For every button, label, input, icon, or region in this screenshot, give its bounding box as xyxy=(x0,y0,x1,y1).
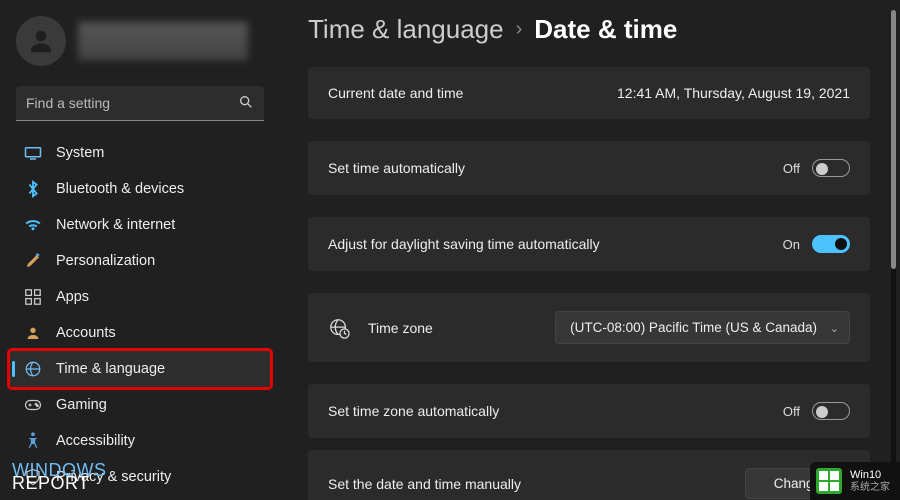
sidebar-item-personalization[interactable]: Personalization xyxy=(10,243,270,279)
sidebar-item-label: Apps xyxy=(56,289,89,305)
current-datetime-label: Current date and time xyxy=(328,85,463,101)
dst-label: Adjust for daylight saving time automati… xyxy=(328,236,600,252)
sidebar-item-label: Accessibility xyxy=(56,433,135,449)
card-dst: Adjust for daylight saving time automati… xyxy=(308,217,870,271)
auto-time-toggle[interactable] xyxy=(812,159,850,177)
auto-timezone-state: Off xyxy=(783,404,800,419)
sidebar-item-accessibility[interactable]: Accessibility xyxy=(10,423,270,459)
sidebar-item-system[interactable]: System xyxy=(10,135,270,171)
brush-icon xyxy=(24,252,42,270)
sidebar-item-label: Accounts xyxy=(56,325,116,341)
bluetooth-icon xyxy=(24,180,42,198)
chevron-down-icon: ⌄ xyxy=(830,322,839,335)
search-icon xyxy=(238,94,254,115)
page-title: Date & time xyxy=(534,14,677,45)
dst-toggle[interactable] xyxy=(812,235,850,253)
system-icon xyxy=(24,144,42,162)
card-manual-datetime: Set the date and time manually Change xyxy=(308,450,870,500)
sidebar-item-accounts[interactable]: Accounts xyxy=(10,315,270,351)
apps-icon xyxy=(24,288,42,306)
profile-name-blurred xyxy=(78,22,248,60)
gaming-icon xyxy=(24,396,42,414)
sidebar-item-time-language[interactable]: Time & language xyxy=(10,351,270,387)
scrollbar-thumb[interactable] xyxy=(891,10,896,269)
sidebar-item-apps[interactable]: Apps xyxy=(10,279,270,315)
timezone-label: Time zone xyxy=(368,320,433,336)
sidebar-nav: System Bluetooth & devices Network & int… xyxy=(10,135,270,495)
sidebar-item-label: Network & internet xyxy=(56,217,175,233)
breadcrumb: Time & language › Date & time xyxy=(308,14,890,45)
sidebar-item-label: System xyxy=(56,145,104,161)
watermark-windowsreport: WINDOWSREPORT xyxy=(12,463,106,490)
scrollbar[interactable] xyxy=(891,10,896,480)
globe-icon xyxy=(328,317,350,339)
current-datetime-value: 12:41 AM, Thursday, August 19, 2021 xyxy=(617,85,850,101)
avatar xyxy=(16,16,66,66)
sidebar-item-network[interactable]: Network & internet xyxy=(10,207,270,243)
auto-timezone-label: Set time zone automatically xyxy=(328,403,499,419)
auto-timezone-toggle[interactable] xyxy=(812,402,850,420)
search-box[interactable] xyxy=(16,86,264,121)
card-auto-time: Set time automatically Off xyxy=(308,141,870,195)
search-input[interactable] xyxy=(16,86,264,121)
auto-time-label: Set time automatically xyxy=(328,160,465,176)
chevron-right-icon: › xyxy=(516,18,523,41)
sidebar-item-label: Time & language xyxy=(56,361,165,377)
manual-datetime-label: Set the date and time manually xyxy=(328,476,521,492)
dst-state: On xyxy=(783,237,800,252)
sidebar-item-label: Gaming xyxy=(56,397,107,413)
timezone-value: (UTC-08:00) Pacific Time (US & Canada) xyxy=(570,320,817,335)
person-icon xyxy=(24,324,42,342)
accessibility-icon xyxy=(24,432,42,450)
card-timezone: Time zone (UTC-08:00) Pacific Time (US &… xyxy=(308,293,870,362)
sidebar-item-bluetooth[interactable]: Bluetooth & devices xyxy=(10,171,270,207)
profile-block[interactable] xyxy=(10,10,270,72)
sidebar-item-gaming[interactable]: Gaming xyxy=(10,387,270,423)
wifi-icon xyxy=(24,216,42,234)
auto-time-state: Off xyxy=(783,161,800,176)
windows-tile-icon xyxy=(816,468,842,494)
card-current-datetime: Current date and time 12:41 AM, Thursday… xyxy=(308,67,870,119)
sidebar-item-label: Personalization xyxy=(56,253,155,269)
timezone-select[interactable]: (UTC-08:00) Pacific Time (US & Canada) ⌄ xyxy=(555,311,850,344)
globe-clock-icon xyxy=(24,360,42,378)
breadcrumb-parent[interactable]: Time & language xyxy=(308,14,504,45)
watermark-win10: Win10系统之家 xyxy=(810,462,900,500)
card-auto-timezone: Set time zone automatically Off xyxy=(308,384,870,438)
sidebar-item-label: Bluetooth & devices xyxy=(56,181,184,197)
